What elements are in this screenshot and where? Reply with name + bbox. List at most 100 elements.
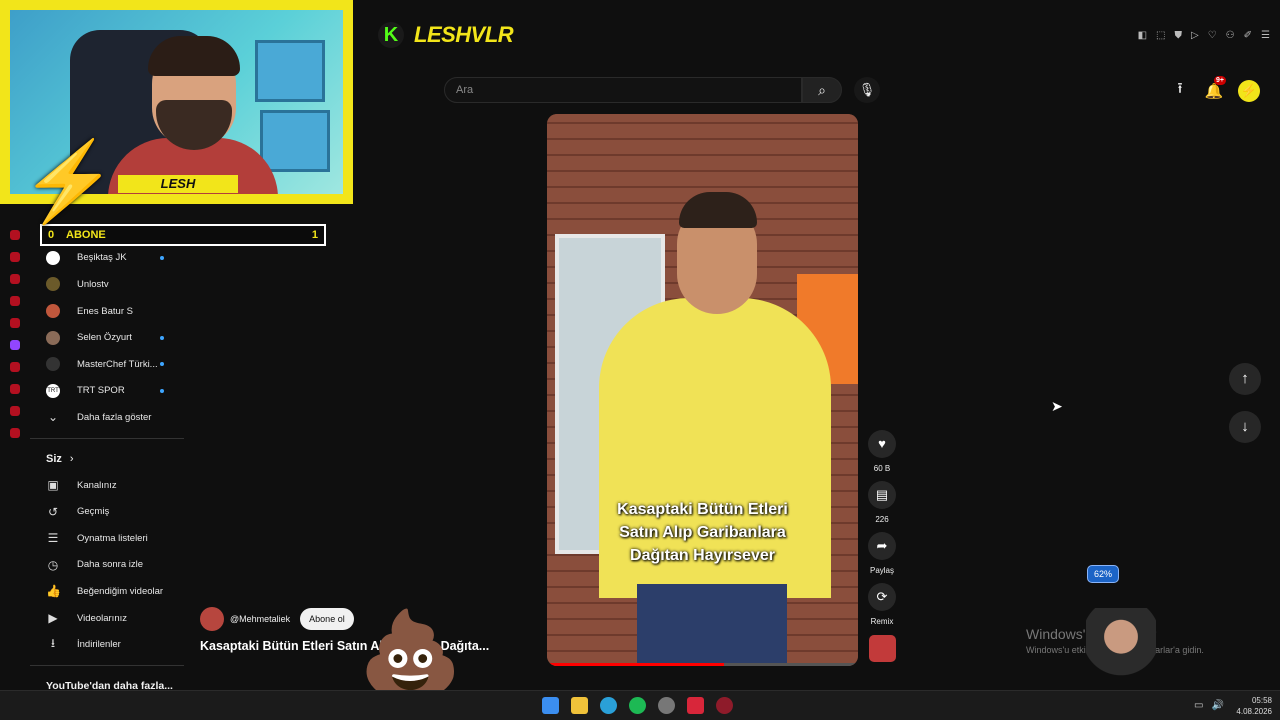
shorts-video-player[interactable]: Kasaptaki Bütün Etleri Satın Alıp Gariba… <box>547 114 858 666</box>
remix-label: Remix <box>870 617 894 626</box>
sidebar-item-label: Kanalınız <box>77 479 117 491</box>
ai-icon[interactable]: ✐ <box>1244 30 1252 41</box>
divider <box>30 437 184 439</box>
comment-button[interactable]: ▤ <box>868 481 896 509</box>
remix-button[interactable]: ⟳ <box>868 583 896 611</box>
taskbar-apps <box>542 697 733 714</box>
share-label: Paylaş <box>869 566 894 575</box>
browser-sidebar-strip <box>8 230 26 450</box>
extension-icon[interactable] <box>10 252 20 262</box>
sidebar-item-watch-later[interactable]: ◷ Daha sonra izle <box>30 552 184 579</box>
screenshot-icon[interactable]: ⬚ <box>1156 30 1165 41</box>
app-icon[interactable] <box>658 697 675 714</box>
sidebar-item-history[interactable]: ↺ Geçmiş <box>30 498 184 525</box>
voice-search-button[interactable]: 🎙 <box>854 77 880 103</box>
goal-current: 0 <box>48 229 55 241</box>
notifications-button[interactable]: 🔔 9+ <box>1204 75 1226 100</box>
video-progress-fill <box>547 663 725 666</box>
search-button[interactable]: ⌕ <box>802 77 842 103</box>
video-progress-bar[interactable] <box>547 663 858 666</box>
like-button[interactable]: ♥ <box>868 430 896 458</box>
sidebar-item-label: Enes Batur S <box>77 305 133 317</box>
arrow-down-icon: ↓ <box>1241 418 1249 435</box>
sidebar-item-your-videos[interactable]: ▶ Videolarınız <box>30 605 184 632</box>
arrow-up-icon: ↑ <box>1241 370 1249 387</box>
sidebar-subscription-item[interactable]: Enes Batur S <box>30 298 184 325</box>
sidebar-subscription-item[interactable]: Selen Özyurt <box>30 324 184 351</box>
sidebar-subscription-item[interactable]: MasterChef Türki... <box>30 351 184 378</box>
channel-avatar[interactable] <box>200 607 224 631</box>
search-box <box>444 77 802 103</box>
file-explorer-icon[interactable] <box>571 697 588 714</box>
poop-emoji-icon: 💩 <box>358 607 463 701</box>
share-button[interactable]: ➦ <box>868 532 896 560</box>
sidebar-item-label: Videolarınız <box>77 612 127 624</box>
sidebar-item-downloads[interactable]: ⭳ İndirilenler <box>30 631 184 658</box>
show-more-label: Daha fazla göster <box>77 411 152 423</box>
share-action: ➦ Paylaş <box>866 532 898 575</box>
profile-icon[interactable]: ⚇ <box>1226 30 1235 41</box>
sidebar-subscription-item[interactable]: Unlostv <box>30 271 184 298</box>
sidebar-subscription-item[interactable]: Beşiktaş JK <box>30 245 184 272</box>
account-avatar[interactable]: ⚡ <box>1238 79 1260 102</box>
previous-video-button[interactable]: ↑ <box>1229 363 1261 395</box>
clock-date: 4.08.2026 <box>1236 707 1272 716</box>
extension-icon[interactable] <box>10 274 20 284</box>
network-icon[interactable]: ▭ <box>1194 700 1203 711</box>
sidebar-item-label: Selen Özyurt <box>77 332 132 344</box>
clock-time: 05:58 <box>1251 696 1272 705</box>
new-content-dot <box>160 255 164 260</box>
menu-icon[interactable]: ☰ <box>1261 30 1270 41</box>
spotify-icon[interactable] <box>629 697 646 714</box>
channel-avatar <box>46 250 60 265</box>
header-actions: ⭱ 🔔 9+ ⚡ <box>1170 75 1260 103</box>
you-section-header[interactable]: Siz › <box>30 446 184 472</box>
notifications-badge: 9+ <box>1214 75 1226 85</box>
playlists-icon: ☰ <box>47 531 59 546</box>
edge-icon[interactable] <box>600 697 617 714</box>
logo-name: LESHVLR <box>414 22 514 47</box>
search-icon: ⌕ <box>818 82 826 98</box>
system-clock[interactable]: 05:58 4.08.2026 <box>1232 695 1272 717</box>
webcam-label: LESH <box>118 175 238 193</box>
play-icon[interactable]: ▷ <box>1191 30 1199 41</box>
upload-icon[interactable]: ⭱ <box>1170 78 1190 103</box>
sidebar-subscription-item[interactable]: TRT TRT SPOR <box>30 378 184 405</box>
caption-line: Satın Alıp Garibanlara <box>619 524 786 541</box>
extension-icon[interactable] <box>10 384 20 394</box>
extension-icon[interactable] <box>10 318 20 328</box>
chevron-down-icon: ⌄ <box>47 410 59 425</box>
system-tray: ▭ 🔊 <box>1194 700 1224 711</box>
channel-avatar <box>46 330 60 345</box>
extension-icon[interactable] <box>10 406 20 416</box>
sidebar-item-liked[interactable]: 👍 Beğendiğim videolar <box>30 578 184 605</box>
bookmark-icon[interactable]: ◧ <box>1138 30 1147 41</box>
extension-icon[interactable] <box>10 362 20 372</box>
channel-avatar: TRT <box>46 383 60 398</box>
subscribe-button[interactable]: Abone ol <box>300 608 354 630</box>
next-video-button[interactable]: ↓ <box>1229 411 1261 443</box>
sidebar-item-playlists[interactable]: ☰ Oynatma listeleri <box>30 525 184 552</box>
twitch-icon[interactable] <box>10 340 20 350</box>
sidebar-item-channel[interactable]: ▣ Kanalınız <box>30 472 184 499</box>
sidebar: VALORANT Chall...Beşiktaş JKUnlostvEnes … <box>30 218 184 699</box>
extension-icon[interactable] <box>10 296 20 306</box>
heart-icon[interactable]: ♡ <box>1208 30 1217 41</box>
caption-line: Dağıtan Hayırsever <box>630 547 775 564</box>
volume-icon[interactable]: 🔊 <box>1211 700 1223 711</box>
like-count: 60 B <box>873 464 891 473</box>
opera-icon[interactable] <box>716 697 733 714</box>
shield-icon[interactable]: ⛊ <box>1175 30 1183 41</box>
show-more-button[interactable]: ⌄ Daha fazla göster <box>30 404 184 431</box>
sound-thumbnail[interactable] <box>869 635 896 662</box>
site-logo[interactable]: K LESHVLR <box>378 22 514 48</box>
video-caption: Kasaptaki Bütün Etleri Satın Alıp Gariba… <box>547 498 858 567</box>
browser-toolbar: ◧ ⬚ ⛊ ▷ ♡ ⚇ ✐ ☰ <box>1138 30 1270 41</box>
app-icon[interactable] <box>687 697 704 714</box>
search-input[interactable] <box>445 78 801 102</box>
extension-icon[interactable] <box>10 230 20 240</box>
history-icon: ↺ <box>47 504 59 519</box>
channel-handle[interactable]: @Mehmetaliek <box>230 614 290 624</box>
windows-start-icon[interactable] <box>542 697 559 714</box>
extension-icon[interactable] <box>10 428 20 438</box>
